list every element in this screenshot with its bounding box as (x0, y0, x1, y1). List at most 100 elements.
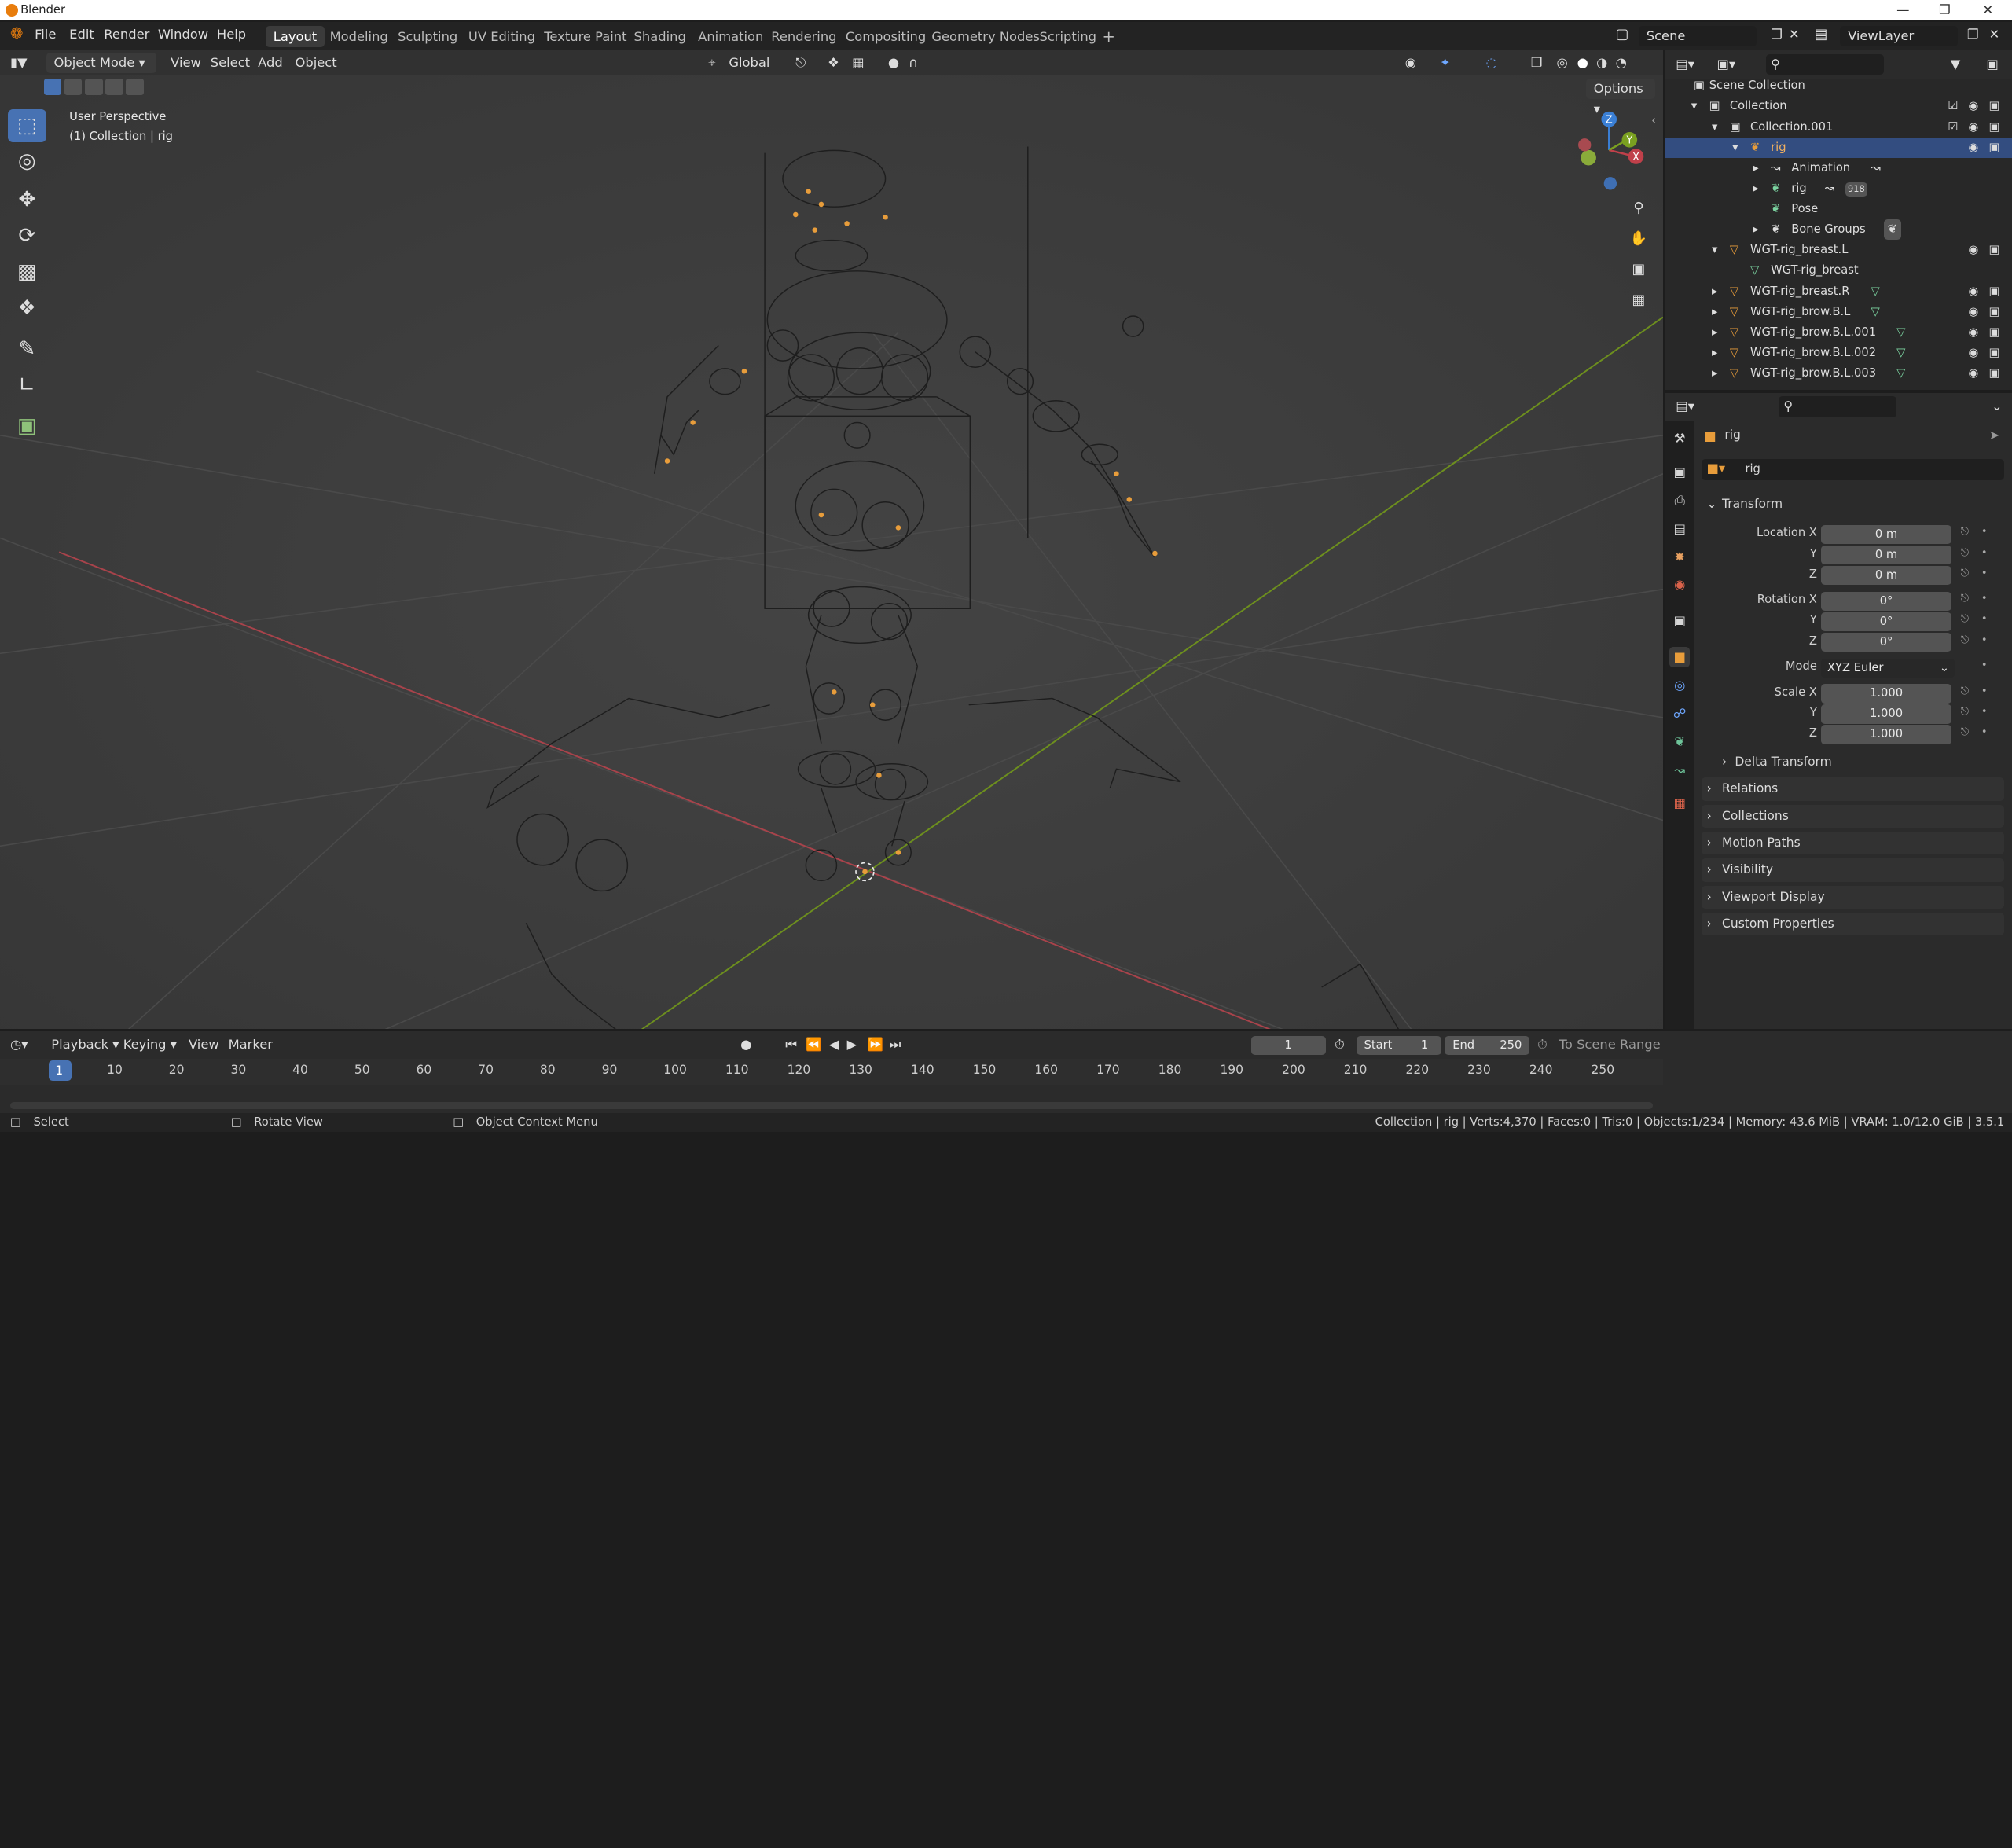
lock-icon[interactable]: ⎋ (1961, 547, 1969, 559)
camera-icon[interactable]: ▣ (1989, 322, 2000, 343)
lock-icon[interactable]: ⎋ (1961, 685, 1969, 697)
outliner-row[interactable]: ❦ Pose (1665, 199, 2012, 219)
keyframe-dot-icon[interactable]: • (1981, 634, 1988, 646)
physics-tab-icon[interactable]: ◎ (1669, 675, 1690, 696)
camera-icon[interactable]: ▣ (1989, 363, 2000, 384)
expand-arrow-icon[interactable]: ▸ (1753, 219, 1758, 240)
menu-edit[interactable]: Edit (69, 27, 94, 42)
tab-compositing[interactable]: Compositing (838, 26, 934, 48)
select-extend-icon[interactable] (64, 78, 83, 95)
add-cube-tool-icon[interactable]: ▣ (8, 410, 46, 443)
lock-icon[interactable]: ⎋ (1961, 706, 1969, 718)
eye-icon[interactable]: ◉ (1969, 117, 1979, 138)
tab-layout[interactable]: Layout (265, 25, 325, 48)
snap-icon[interactable]: ❖ (828, 53, 839, 73)
menu-select[interactable]: Select (211, 53, 250, 73)
falloff-icon[interactable]: ∩ (909, 53, 918, 73)
new-viewlayer-icon[interactable]: ❐ (1967, 27, 1979, 42)
outliner-row[interactable]: ▾ ▽ WGT-rig_breast.L ◉ ▣ (1665, 240, 2012, 260)
to-scene-range-button[interactable]: To Scene Range (1559, 1034, 1661, 1055)
select-subtract-icon[interactable] (84, 78, 103, 95)
expand-arrow-icon[interactable]: ▸ (1712, 281, 1717, 302)
menu-help[interactable]: Help (217, 27, 246, 42)
navigation-gizmo[interactable]: Z X Y (1568, 108, 1650, 193)
lock-icon[interactable]: ⎋ (1961, 593, 1969, 604)
camera-view-icon[interactable]: ▣ (1625, 255, 1653, 284)
expand-arrow-icon[interactable]: ▾ (1732, 138, 1738, 158)
tab-texture-paint[interactable]: Texture Paint (536, 26, 634, 48)
collections-panel[interactable]: › Collections (1701, 804, 2005, 828)
play-reverse-icon[interactable]: ◀ (829, 1034, 839, 1055)
options-dropdown[interactable]: Options ▾ (1586, 78, 1656, 116)
stopwatch-icon[interactable]: ⏱ (1335, 1034, 1345, 1055)
keyframe-dot-icon[interactable]: • (1981, 659, 1988, 671)
scene-selector-icon[interactable]: ▢ (1616, 26, 1629, 42)
play-icon[interactable]: ▶ (847, 1034, 857, 1055)
outliner-row[interactable]: ▣ Scene Collection (1665, 75, 2012, 96)
scale-y-field[interactable]: 1.000 (1820, 704, 1952, 724)
delete-viewlayer-icon[interactable]: ✕ (1989, 27, 2000, 42)
select-intersect-icon[interactable] (125, 78, 144, 95)
checkbox-icon[interactable]: ☑ (1948, 96, 1958, 116)
outliner-row[interactable]: ▸ ↝ Animation ↝ (1665, 158, 2012, 178)
keyframe-dot-icon[interactable]: • (1981, 593, 1988, 604)
custom-properties-panel[interactable]: › Custom Properties (1701, 912, 2005, 936)
current-frame-field[interactable]: 1 (1250, 1035, 1326, 1056)
keyframe-dot-icon[interactable]: • (1981, 547, 1988, 559)
new-scene-icon[interactable]: ❐ (1771, 27, 1783, 42)
outliner-search-input[interactable]: ⚲ (1765, 53, 1884, 75)
scene-tab-icon[interactable]: ✸ (1669, 547, 1690, 568)
tab-scripting[interactable]: Scripting (1032, 26, 1104, 48)
armature-data-tab-icon[interactable]: ❦ (1669, 732, 1690, 752)
menu-file[interactable]: File (35, 27, 56, 42)
lock-icon[interactable]: ⎋ (1961, 634, 1969, 646)
close-icon[interactable]: ✕ (1983, 0, 1994, 20)
prev-keyframe-icon[interactable]: ⏪ (806, 1034, 821, 1055)
expand-arrow-icon[interactable]: ▸ (1712, 363, 1717, 384)
outliner-row[interactable]: ▾ ▣ Collection ☑ ◉ ▣ (1665, 96, 2012, 116)
start-frame-field[interactable]: Start 1 (1356, 1035, 1441, 1056)
orientation-dropdown[interactable]: Global (729, 53, 769, 73)
constraints-tab-icon[interactable]: ☍ (1669, 704, 1690, 724)
menu-marker[interactable]: Marker (229, 1034, 273, 1055)
minimize-icon[interactable]: — (1896, 0, 1909, 20)
xray-icon[interactable]: ❐ (1531, 53, 1543, 73)
rotation-mode-dropdown[interactable]: XYZ Euler ⌄ (1820, 658, 1955, 678)
bone-tab-icon[interactable]: ↝ (1669, 760, 1690, 781)
camera-icon[interactable]: ▣ (1989, 281, 2000, 302)
scale-z-field[interactable]: 1.000 (1820, 725, 1952, 744)
expand-arrow-icon[interactable]: ▾ (1712, 240, 1717, 260)
camera-icon[interactable]: ▣ (1989, 240, 2000, 260)
collapse-icon[interactable]: ⌄ (1992, 396, 2003, 417)
properties-editor-icon[interactable]: ▤▾ (1676, 396, 1694, 417)
expand-arrow-icon[interactable]: ▸ (1712, 302, 1717, 322)
select-box-tool-icon[interactable]: ⬚ (7, 108, 46, 143)
move-tool-icon[interactable]: ✥ (8, 183, 46, 216)
rotation-y-field[interactable]: 0° (1820, 612, 1952, 632)
scene-range-icon[interactable]: ⏱ (1537, 1034, 1548, 1055)
transform-tool-icon[interactable]: ❖ (8, 292, 46, 325)
tab-geometry-nodes[interactable]: Geometry Nodes (924, 26, 1048, 48)
wireframe-shading-icon[interactable]: ◎ (1556, 53, 1567, 73)
pivot-icon[interactable]: ⎋ (795, 53, 806, 73)
lock-icon[interactable]: ⎋ (1961, 526, 1969, 538)
record-icon[interactable]: ● (740, 1034, 751, 1055)
properties-search-input[interactable]: ⚲ (1778, 396, 1897, 417)
expand-arrow-icon[interactable]: ▸ (1753, 178, 1758, 199)
expand-arrow-icon[interactable]: ▾ (1712, 117, 1717, 138)
new-collection-icon[interactable]: ▣ (1986, 54, 1998, 75)
tab-modeling[interactable]: Modeling (322, 26, 396, 48)
lock-icon[interactable]: ⎋ (1961, 568, 1969, 579)
menu-render[interactable]: Render (104, 27, 149, 42)
menu-window[interactable]: Window (158, 27, 208, 42)
end-frame-field[interactable]: End 250 (1445, 1035, 1530, 1056)
tab-animation[interactable]: Animation (690, 26, 771, 48)
annotate-tool-icon[interactable]: ✎ (8, 332, 46, 366)
keyframe-dot-icon[interactable]: • (1981, 706, 1988, 718)
scene-field[interactable]: Scene (1638, 25, 1757, 46)
keyframe-dot-icon[interactable]: • (1981, 568, 1988, 579)
outliner-row[interactable]: ▸ ▽ WGT-rig_brow.B.L.001 ▽ ◉ ▣ (1665, 322, 2012, 343)
lock-icon[interactable]: ⎋ (1961, 726, 1969, 738)
rotate-tool-icon[interactable]: ⟳ (8, 219, 46, 252)
render-tab-icon[interactable]: ▣ (1669, 462, 1690, 483)
